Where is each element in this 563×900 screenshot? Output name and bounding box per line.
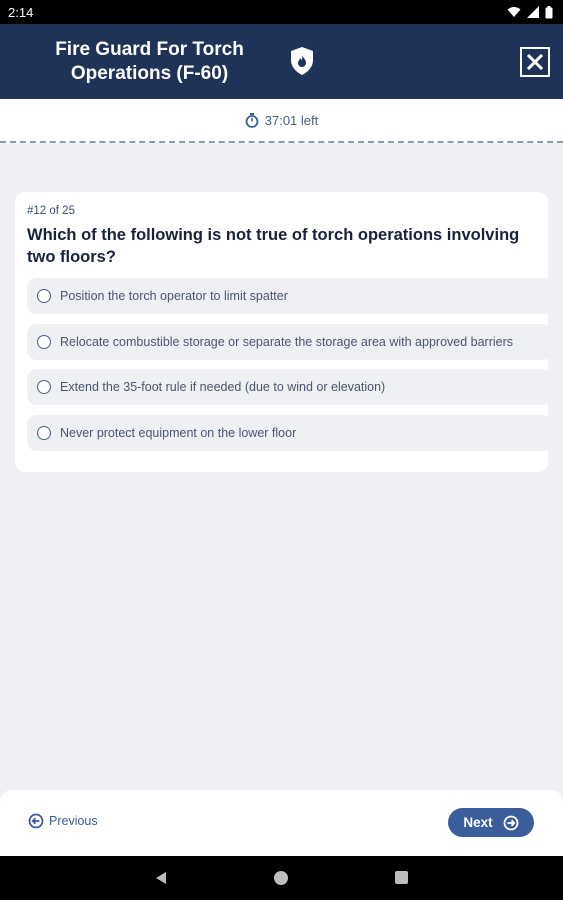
radio-button[interactable] bbox=[37, 289, 51, 303]
status-bar: 2:14 bbox=[0, 0, 563, 24]
answer-option-label: Position the torch operator to limit spa… bbox=[60, 289, 288, 303]
question-counter: #12 of 25 bbox=[27, 205, 75, 217]
previous-button[interactable]: Previous bbox=[28, 813, 98, 829]
stopwatch-icon bbox=[245, 112, 259, 128]
radio-button[interactable] bbox=[37, 335, 51, 349]
timer-bar: 37:01 left bbox=[0, 99, 563, 143]
app-header: Fire Guard For Torch Operations (F-60) bbox=[0, 24, 563, 99]
status-time: 2:14 bbox=[8, 4, 34, 20]
close-button[interactable] bbox=[520, 47, 550, 77]
answer-option-1[interactable]: Position the torch operator to limit spa… bbox=[27, 278, 548, 314]
answer-option-label: Never protect equipment on the lower flo… bbox=[60, 426, 297, 440]
signal-icon bbox=[527, 6, 539, 18]
answer-option-label: Extend the 35-foot rule if needed (due t… bbox=[60, 380, 386, 394]
shield-flame-icon bbox=[291, 47, 313, 75]
radio-button[interactable] bbox=[37, 380, 51, 394]
answer-option-label: Relocate combustible storage or separate… bbox=[60, 335, 514, 349]
next-button[interactable]: Next bbox=[448, 808, 534, 837]
page-title: Fire Guard For Torch Operations (F-60) bbox=[55, 39, 244, 84]
answer-option-4[interactable]: Never protect equipment on the lower flo… bbox=[27, 415, 548, 451]
close-icon bbox=[527, 54, 543, 70]
back-icon[interactable] bbox=[155, 871, 167, 885]
wifi-icon bbox=[507, 7, 521, 17]
next-label: Next bbox=[463, 815, 493, 830]
recents-icon[interactable] bbox=[395, 871, 408, 884]
android-navigation-bar bbox=[0, 856, 563, 900]
home-icon[interactable] bbox=[274, 871, 288, 885]
question-text: Which of the following is not true of to… bbox=[27, 226, 520, 266]
bottom-navigation: Previous Next bbox=[0, 790, 563, 856]
status-icons bbox=[507, 5, 553, 19]
arrow-left-circle-icon bbox=[28, 813, 44, 829]
answer-option-3[interactable]: Extend the 35-foot rule if needed (due t… bbox=[27, 369, 548, 405]
question-card: #12 of 25 Which of the following is not … bbox=[15, 192, 548, 472]
radio-button[interactable] bbox=[37, 426, 51, 440]
battery-icon bbox=[545, 5, 553, 18]
previous-label: Previous bbox=[49, 814, 98, 828]
answer-option-2[interactable]: Relocate combustible storage or separate… bbox=[27, 324, 548, 360]
timer-text: 37:01 left bbox=[264, 112, 319, 128]
arrow-right-circle-icon bbox=[503, 815, 519, 830]
